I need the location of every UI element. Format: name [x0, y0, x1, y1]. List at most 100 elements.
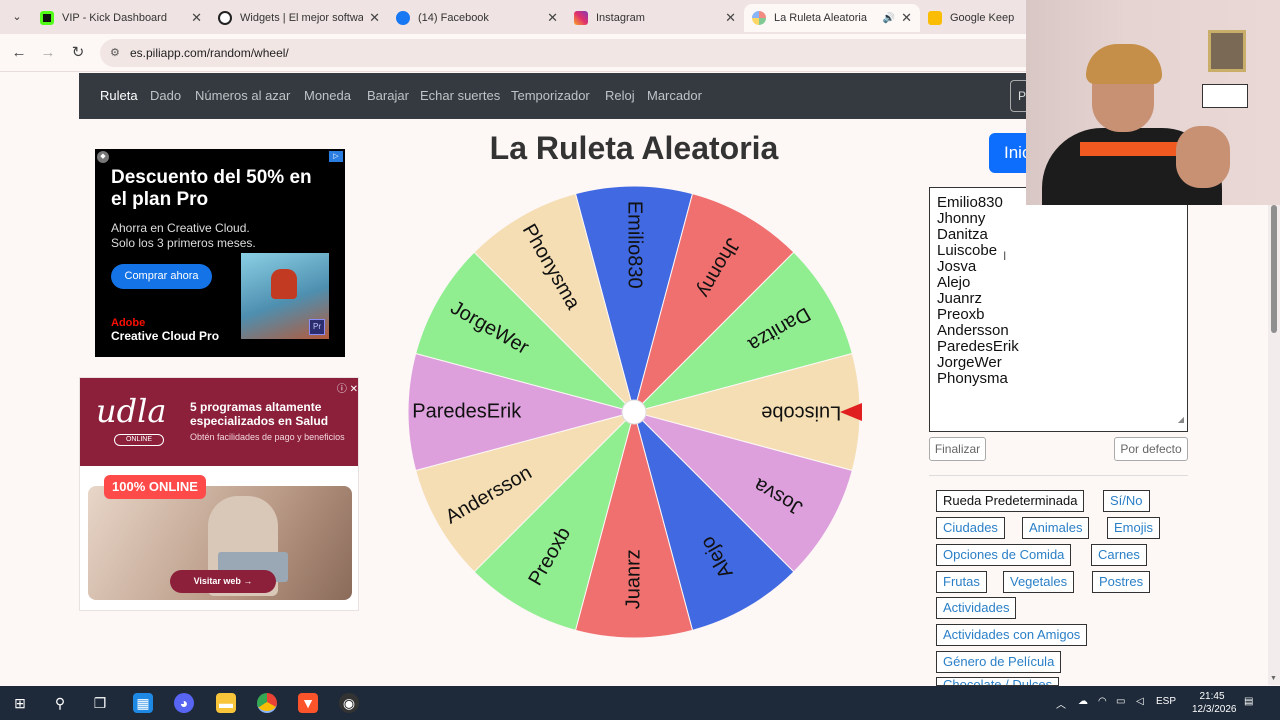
close-icon[interactable]: ✕: [547, 10, 558, 26]
nav-ruleta[interactable]: Ruleta: [100, 88, 138, 103]
names-line: Juanrz: [937, 290, 983, 307]
back-arrow-icon[interactable]: ←: [8, 42, 30, 64]
instagram-icon: [574, 11, 588, 25]
nav-numeros[interactable]: Números al azar: [195, 88, 290, 103]
premiere-icon: Pr: [309, 319, 325, 335]
ad-choices-icon[interactable]: ▷: [329, 151, 343, 162]
tab-instagram[interactable]: Instagram ✕: [566, 4, 744, 32]
wheel-label: ParedesErik: [412, 400, 522, 422]
notification-icon[interactable]: ▤: [1244, 696, 1253, 707]
wheel-hub: [621, 399, 647, 425]
udla-ad[interactable]: udla ONLINE 5 programas altamente especi…: [79, 377, 359, 611]
tab-kick[interactable]: VIP - Kick Dashboard ✕: [32, 4, 210, 32]
streamer-hand: [1176, 126, 1230, 188]
names-line: Jhonny: [937, 210, 986, 227]
onedrive-icon[interactable]: ☁: [1078, 696, 1088, 707]
divider: [929, 475, 1188, 476]
task-view-icon[interactable]: ❐: [90, 693, 110, 713]
nav-reloj[interactable]: Reloj: [605, 88, 635, 103]
nav-echar-suertes[interactable]: Echar suertes: [420, 88, 500, 103]
wifi-icon[interactable]: ◠: [1098, 696, 1107, 707]
preset-activities[interactable]: Actividades: [936, 597, 1017, 619]
preset-animals[interactable]: Animales: [1022, 517, 1090, 539]
close-icon[interactable]: ✕: [369, 10, 380, 26]
windows-start-icon[interactable]: ⊞: [10, 693, 30, 713]
adobe-ad[interactable]: ◆ ▷ Descuento del 50% en el plan Pro Aho…: [95, 149, 345, 357]
ad-close-icon[interactable]: ⓘ ✕: [337, 380, 358, 395]
tab-ruleta[interactable]: La Ruleta Aleatoria 🔊 ✕: [744, 4, 920, 32]
resize-grip-icon[interactable]: ◢: [1178, 412, 1184, 428]
preset-food[interactable]: Opciones de Comida: [936, 544, 1072, 566]
search-icon[interactable]: ⚲: [50, 693, 70, 713]
site-info-icon[interactable]: ⚙: [110, 39, 120, 67]
nav-temporizador[interactable]: Temporizador: [511, 88, 590, 103]
default-button[interactable]: Por defecto: [1114, 437, 1188, 461]
names-textarea[interactable]: Emilio830 Jhonny Danitza Luiscobe Josva Alejo…: [929, 187, 1188, 432]
taskbar: ⊞ ⚲ ❐ ▦ ◕ ▬ ▼ ◉ ︿ ☁ ◠ ▭ ◁ ESP 21:45 12/3…: [0, 686, 1280, 720]
tab-google-keep[interactable]: Google Keep: [920, 4, 1030, 32]
rider-figure: [271, 269, 297, 299]
close-icon[interactable]: ✕: [901, 10, 912, 26]
spin-wheel[interactable]: Emilio830 JhonnyDanitzaLuiscobeJosvaAlejo…: [406, 184, 862, 640]
wheel-label: Emilio830: [624, 201, 646, 289]
nav-barajar[interactable]: Barajar: [367, 88, 409, 103]
preset-emojis[interactable]: Emojis: [1107, 517, 1161, 539]
tray-chevron-icon[interactable]: ︿: [1056, 696, 1066, 711]
store-icon[interactable]: ▦: [133, 693, 153, 713]
close-icon[interactable]: ✕: [725, 10, 736, 26]
clock-date: 12/3/2026: [1192, 704, 1237, 715]
tab-widgets[interactable]: Widgets | El mejor software ✕: [210, 4, 388, 32]
speaker-icon[interactable]: 🔊: [883, 13, 895, 24]
close-icon[interactable]: ✕: [191, 10, 202, 26]
scroll-down-icon[interactable]: ▼: [1270, 675, 1277, 682]
nav-moneda[interactable]: Moneda: [304, 88, 351, 103]
obs-icon[interactable]: ◉: [339, 693, 359, 713]
folder-icon[interactable]: ▬: [216, 693, 236, 713]
preset-yes-no[interactable]: Sí/No: [1103, 490, 1150, 512]
preset-vegetables[interactable]: Vegetales: [1003, 571, 1075, 593]
widgets-icon: [218, 11, 232, 25]
clock[interactable]: 21:45 12/3/2026: [1192, 690, 1237, 716]
preset-cities[interactable]: Ciudades: [936, 517, 1005, 539]
preset-movie-genre[interactable]: Género de Película: [936, 651, 1062, 673]
udla-logo: udla: [96, 392, 167, 430]
url-input[interactable]: ⚙ es.piliapp.com/random/wheel/: [100, 39, 1060, 67]
ad-buy-button[interactable]: Comprar ahora: [111, 264, 212, 289]
nav-dado[interactable]: Dado: [150, 88, 181, 103]
finish-button[interactable]: Finalizar: [929, 437, 986, 461]
names-line: Alejo: [937, 274, 971, 291]
text-cursor-icon: I: [1003, 249, 1007, 263]
chrome-icon[interactable]: [257, 693, 277, 713]
names-line: Andersson: [937, 322, 1009, 339]
preset-activities-friends[interactable]: Actividades con Amigos: [936, 624, 1088, 646]
scrollbar-thumb[interactable]: [1271, 205, 1277, 333]
language-indicator[interactable]: ESP: [1156, 696, 1176, 707]
visit-web-button[interactable]: Visitar web →: [170, 570, 276, 593]
preset-chocolate[interactable]: Chocolate / Dulces: [936, 677, 1060, 686]
preset-desserts[interactable]: Postres: [1092, 571, 1151, 593]
brave-icon[interactable]: ▼: [298, 693, 318, 713]
page-scrollbar[interactable]: ▼: [1268, 205, 1280, 685]
preset-meats[interactable]: Carnes: [1091, 544, 1147, 566]
names-line: Luiscobe: [937, 242, 998, 259]
nav-marcador[interactable]: Marcador: [647, 88, 702, 103]
url-text: es.piliapp.com/random/wheel/: [130, 46, 289, 60]
names-line: Phonysma: [937, 370, 1008, 387]
udla-ad-header: udla ONLINE 5 programas altamente especi…: [80, 378, 358, 466]
ad-product: Creative Cloud Pro: [111, 329, 220, 343]
forward-arrow-icon[interactable]: →: [37, 42, 59, 64]
shirt-stripe: [1080, 142, 1190, 156]
battery-icon[interactable]: ▭: [1116, 696, 1125, 707]
volume-icon[interactable]: ◁: [1136, 696, 1144, 707]
kick-icon: [40, 11, 54, 25]
reload-icon[interactable]: ↻: [67, 42, 89, 64]
ad-headline: Descuento del 50% en el plan Pro: [111, 167, 312, 210]
preset-fruits[interactable]: Frutas: [936, 571, 987, 593]
tab-search-chevron-icon[interactable]: ⌄: [6, 6, 28, 28]
udla-logo-sub: ONLINE: [114, 434, 164, 446]
tab-facebook[interactable]: (14) Facebook ✕: [388, 4, 566, 32]
page-title: La Ruleta Aleatoria: [489, 130, 779, 166]
preset-default-wheel[interactable]: Rueda Predeterminada: [936, 490, 1085, 512]
names-line: Josva: [937, 258, 977, 275]
discord-icon[interactable]: ◕: [174, 693, 194, 713]
